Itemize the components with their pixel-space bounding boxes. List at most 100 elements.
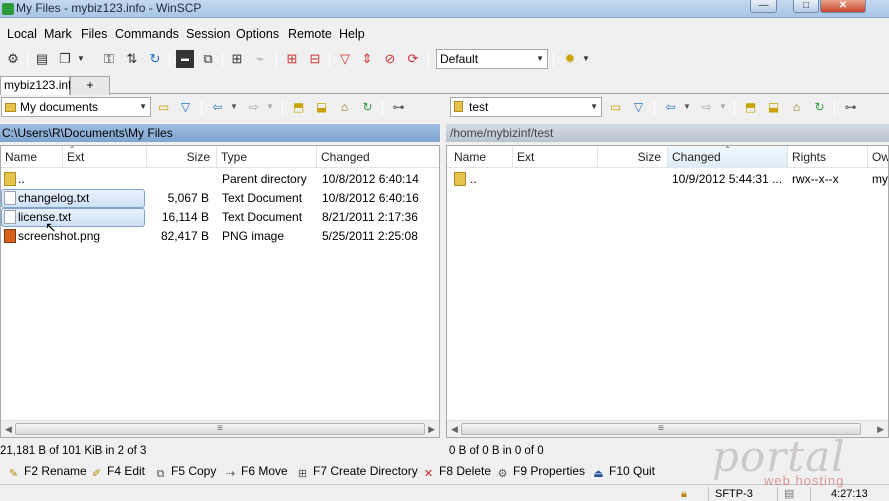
chevron-down-icon[interactable]: ▼ — [682, 99, 692, 116]
compare-icon[interactable]: ▤ — [33, 50, 51, 68]
f2-rename-button[interactable]: ✎ F2 Rename — [7, 463, 87, 481]
keep-up-to-date-icon[interactable]: ⇅ — [123, 50, 141, 68]
remote-location-select[interactable]: test ▼ — [450, 97, 602, 117]
scrollbar-thumb[interactable]: ≡ — [461, 423, 861, 435]
globe-icon[interactable]: ✹ — [561, 50, 579, 68]
refresh-icon[interactable]: ↻ — [146, 50, 164, 68]
function-key-bar: ✎ F2 Rename ✐ F4 Edit ⧉ F5 Copy ⇢ F6 Move ⊞ F… — [0, 461, 889, 481]
f8-delete-button[interactable]: ✕ F8 Delete — [422, 463, 491, 481]
filter-icon[interactable]: ▽ — [630, 99, 647, 116]
queue-icon[interactable]: ⚿ — [100, 50, 118, 68]
chevron-down-icon[interactable]: ▼ — [229, 99, 239, 116]
f5-copy-button[interactable]: ⧉ F5 Copy — [154, 463, 217, 481]
parent-directory-icon[interactable]: ⬒ — [742, 99, 759, 116]
home-icon[interactable]: ⌂ — [788, 99, 805, 116]
filter-icon[interactable]: ▽ — [336, 50, 354, 68]
reload-selection-icon[interactable]: ⟳ — [404, 50, 422, 68]
scrollbar-thumb[interactable]: ≡ — [15, 423, 425, 435]
column-type[interactable]: Type — [217, 146, 317, 168]
menu-files[interactable]: Files — [81, 27, 107, 41]
chevron-down-icon[interactable]: ▼ — [76, 50, 86, 68]
menu-remote[interactable]: Remote — [288, 27, 332, 41]
refresh-icon[interactable]: ↻ — [811, 99, 828, 116]
scroll-right-icon[interactable]: ▶ — [428, 424, 435, 435]
filter-icon[interactable]: ▽ — [177, 99, 194, 116]
table-row[interactable]: .. 10/9/2012 5:44:31 ... rwx--x--x my — [447, 170, 888, 189]
f10-label: F10 Quit — [609, 464, 656, 478]
file-changed: 10/9/2012 5:44:31 ... — [672, 172, 783, 186]
copy-icon: ⧉ — [156, 468, 165, 480]
tab-mybiz123-info[interactable]: mybiz123.info — [0, 76, 78, 95]
parent-directory-icon[interactable]: ⬒ — [290, 99, 307, 116]
column-ext[interactable]: ⌃ Ext — [63, 146, 147, 168]
close-button[interactable]: ✕ — [820, 0, 866, 13]
table-row[interactable]: screenshot.png 82,417 B PNG image 5/25/2… — [1, 227, 439, 246]
unselect-files-icon[interactable]: ⊟ — [306, 50, 324, 68]
transfer-settings-select[interactable]: Default ▼ — [436, 49, 548, 69]
menu-help[interactable]: Help — [339, 27, 365, 41]
maximize-button[interactable]: □ — [793, 0, 819, 13]
column-changed[interactable]: Changed — [317, 146, 439, 168]
column-changed[interactable]: ⌃ Changed — [668, 146, 788, 168]
sessions-icon[interactable]: ⊞ — [228, 50, 246, 68]
column-changed-label: Changed — [672, 150, 721, 164]
forward-icon[interactable]: ⇨ — [698, 99, 715, 116]
root-directory-icon[interactable]: ⬓ — [765, 99, 782, 116]
scroll-right-icon[interactable]: ▶ — [877, 424, 884, 435]
column-rights[interactable]: Rights — [788, 146, 868, 168]
disconnect-icon[interactable]: ⌁ — [251, 50, 269, 68]
new-tab-button[interactable]: + — [70, 76, 110, 95]
back-icon[interactable]: ⇦ — [209, 99, 226, 116]
f6-move-button[interactable]: ⇢ F6 Move — [224, 463, 288, 481]
f9-properties-button[interactable]: ⚙ F9 Properties — [496, 463, 585, 481]
column-name[interactable]: Name — [1, 146, 63, 168]
folder-up-icon — [454, 172, 466, 186]
menu-local[interactable]: Local — [7, 27, 37, 41]
table-row[interactable]: license.txt 16,114 B Text Document 8/21/… — [1, 208, 439, 227]
chevron-down-icon[interactable]: ▼ — [265, 99, 275, 116]
forward-icon[interactable]: ⇨ — [245, 99, 262, 116]
preferences-icon[interactable]: ⚙ — [4, 50, 22, 68]
f10-quit-button[interactable]: ⏏ F10 Quit — [592, 463, 655, 481]
column-name[interactable]: Name — [447, 146, 513, 168]
chevron-down-icon[interactable]: ▼ — [718, 99, 728, 116]
clear-selection-icon[interactable]: ⊘ — [381, 50, 399, 68]
f4-edit-button[interactable]: ✐ F4 Edit — [90, 463, 145, 481]
properties-icon: ⚙ — [497, 468, 508, 480]
table-row[interactable]: changelog.txt 5,067 B Text Document 10/8… — [1, 189, 439, 208]
refresh-icon[interactable]: ↻ — [359, 99, 376, 116]
remote-horizontal-scrollbar[interactable]: ◀ ≡ ▶ — [447, 420, 888, 437]
menu-commands[interactable]: Commands — [115, 27, 179, 41]
scroll-left-icon[interactable]: ◀ — [451, 424, 458, 435]
column-owner[interactable]: Ow — [868, 146, 888, 168]
tree-icon[interactable]: ⊶ — [842, 99, 859, 116]
select-files-icon[interactable]: ⊞ — [283, 50, 301, 68]
menu-mark[interactable]: Mark — [44, 27, 72, 41]
table-row[interactable]: .. Parent directory 10/8/2012 6:40:14 — [1, 170, 439, 189]
tree-icon[interactable]: ⊶ — [390, 99, 407, 116]
f7-create-directory-button[interactable]: ⊞ F7 Create Directory — [296, 463, 418, 481]
root-directory-icon[interactable]: ⬓ — [313, 99, 330, 116]
column-ext[interactable]: Ext — [513, 146, 598, 168]
minimize-button[interactable]: — — [750, 0, 777, 13]
back-icon[interactable]: ⇦ — [662, 99, 679, 116]
terminal-icon[interactable]: ▬ — [176, 50, 194, 68]
sort-ascending-icon: ⌃ — [69, 145, 76, 154]
remote-file-panel[interactable]: Name Ext Size ⌃ Changed Rights Ow .. 10/9… — [446, 145, 889, 438]
local-horizontal-scrollbar[interactable]: ◀ ≡ ▶ — [1, 420, 439, 437]
column-size[interactable]: Size — [147, 146, 217, 168]
scroll-left-icon[interactable]: ◀ — [5, 424, 12, 435]
chevron-down-icon[interactable]: ▼ — [581, 50, 591, 68]
create-directory-icon: ⊞ — [297, 468, 308, 480]
local-file-panel[interactable]: Name ⌃ Ext Size Type Changed .. Parent di… — [0, 145, 440, 438]
column-size[interactable]: Size — [598, 146, 668, 168]
open-directory-icon[interactable]: ▭ — [155, 99, 172, 116]
putty-icon[interactable]: ⧉ — [199, 50, 217, 68]
home-icon[interactable]: ⌂ — [336, 99, 353, 116]
invert-selection-icon[interactable]: ⇕ — [358, 50, 376, 68]
synchronize-icon[interactable]: ❐ — [56, 50, 74, 68]
menu-session[interactable]: Session — [186, 27, 230, 41]
local-location-select[interactable]: My documents ▼ — [1, 97, 151, 117]
menu-options[interactable]: Options — [236, 27, 279, 41]
open-directory-icon[interactable]: ▭ — [607, 99, 624, 116]
